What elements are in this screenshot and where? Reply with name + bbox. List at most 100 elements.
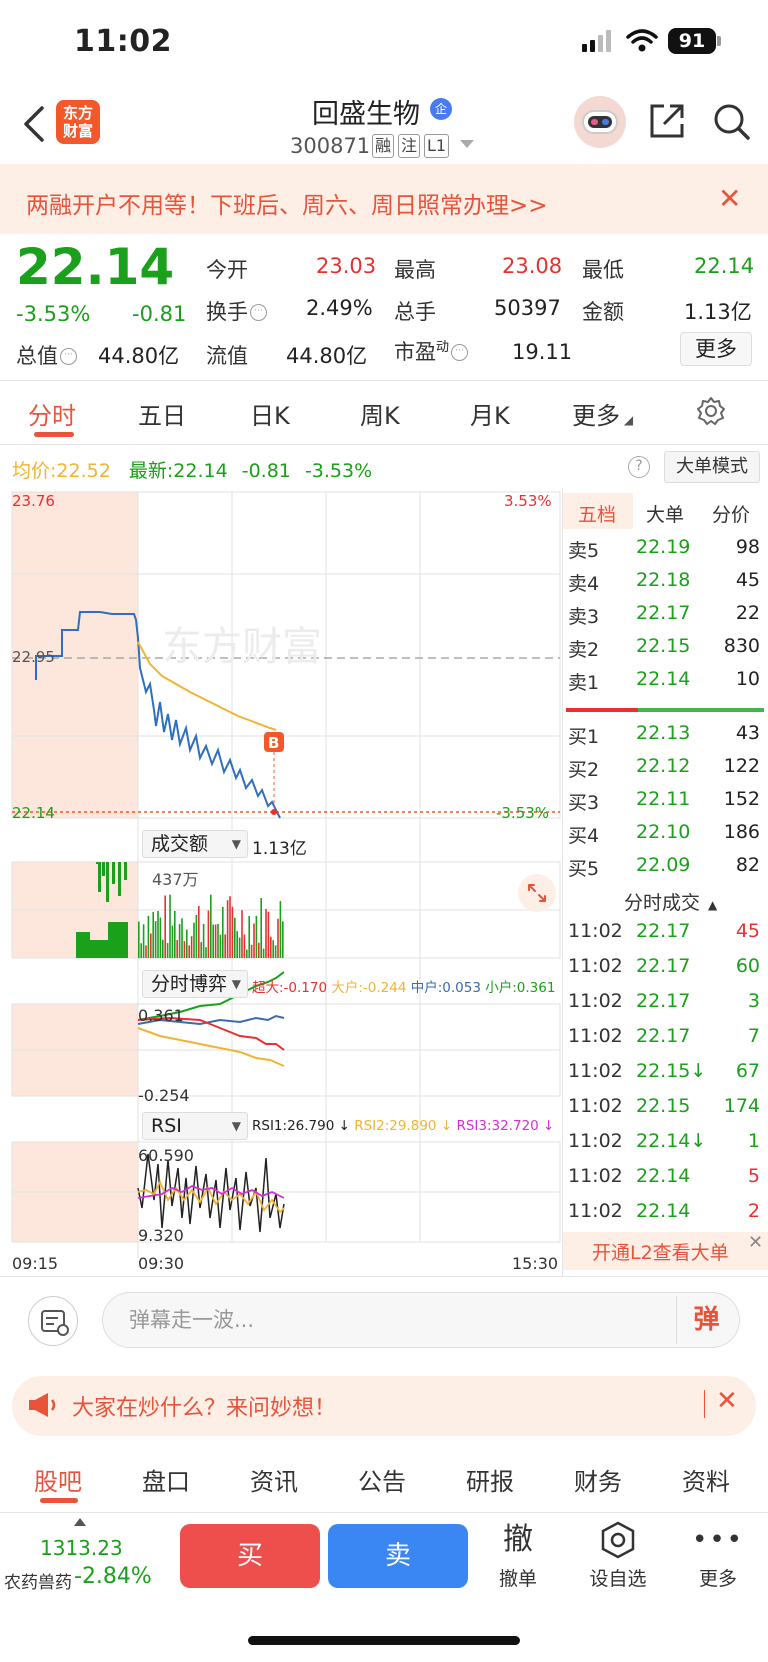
gear-icon[interactable] bbox=[696, 396, 726, 426]
expand-icon[interactable] bbox=[518, 874, 556, 912]
y-axis-top-label: 23.76 bbox=[12, 492, 55, 510]
tab-monthly-k[interactable]: 月K bbox=[470, 396, 510, 431]
volume-total: 1.13亿 bbox=[252, 839, 307, 859]
divider bbox=[704, 1390, 705, 1418]
tick-time: 11:02 bbox=[568, 1130, 623, 1152]
time-open-label: 09:30 bbox=[138, 1254, 185, 1273]
l2-upgrade-text[interactable]: 开通L2查看大单 bbox=[592, 1238, 729, 1265]
intraday-chart[interactable]: 东方财富 B bbox=[0, 488, 562, 1278]
level-volume: 82 bbox=[735, 854, 760, 876]
pe-label: 市盈动 ··· bbox=[394, 336, 469, 366]
volume-bar bbox=[210, 894, 212, 958]
tab-finance[interactable]: 财务 bbox=[574, 1462, 622, 1497]
volume-bar bbox=[154, 921, 157, 958]
tab-news[interactable]: 资讯 bbox=[250, 1462, 298, 1497]
home-indicator bbox=[248, 1636, 520, 1645]
more-quote-button[interactable]: 更多 bbox=[680, 332, 752, 366]
enterprise-badge: 企 bbox=[430, 98, 452, 120]
tab-five-day[interactable]: 五日 bbox=[138, 396, 186, 431]
tab-intraday[interactable]: 分时 bbox=[28, 396, 76, 431]
volume-bar bbox=[169, 894, 171, 958]
back-icon[interactable] bbox=[22, 104, 46, 144]
comment-list-icon[interactable] bbox=[28, 1296, 78, 1346]
tab-big-order[interactable]: 大单 bbox=[646, 500, 684, 527]
robot-assistant-icon[interactable] bbox=[574, 96, 626, 148]
close-icon[interactable]: ✕ bbox=[716, 1386, 738, 1416]
level-price: 22.17 bbox=[636, 602, 691, 624]
sell-button[interactable]: 卖 bbox=[328, 1524, 468, 1588]
code-dropdown-icon[interactable] bbox=[460, 140, 474, 148]
tab-forum[interactable]: 股吧 bbox=[34, 1462, 82, 1497]
float-value: 44.80亿 bbox=[286, 344, 368, 368]
more-button[interactable]: ••• 更多 bbox=[678, 1520, 758, 1591]
high-value: 23.08 bbox=[502, 254, 563, 278]
close-icon[interactable]: ✕ bbox=[718, 182, 741, 215]
level-volume: 43 bbox=[735, 722, 760, 744]
volume-bar bbox=[138, 921, 140, 958]
time-start-label: 09:15 bbox=[12, 1254, 59, 1273]
tab-handicap[interactable]: 盘口 bbox=[142, 1462, 190, 1497]
chevron-down-icon: ▼ bbox=[231, 1119, 241, 1133]
volume-bar bbox=[202, 923, 205, 958]
volume-bar bbox=[171, 925, 174, 958]
cancel-order-button[interactable]: 撤 撤单 bbox=[478, 1520, 558, 1591]
level-label: 卖1 bbox=[568, 672, 600, 694]
buy-button[interactable]: 买 bbox=[180, 1524, 320, 1588]
level-label: 卖3 bbox=[568, 606, 600, 628]
danmu-input[interactable]: 弹幕走一波... bbox=[102, 1292, 740, 1348]
ticks-title[interactable]: 分时成交 ▲ bbox=[624, 888, 717, 915]
promo-banner-text[interactable]: 两融开户不用等！下班后、周六、周日照常办理>> bbox=[26, 186, 548, 220]
info-icon[interactable]: ··· bbox=[451, 344, 469, 361]
volume-bar bbox=[224, 934, 226, 958]
volume-bar bbox=[152, 911, 154, 958]
pct-bottom-label: -3.53% bbox=[496, 804, 550, 822]
y-axis-bottom-label: 22.14 bbox=[12, 804, 55, 822]
sector-index-value[interactable]: 1313.23 bbox=[40, 1536, 123, 1560]
danmu-button[interactable]: 弹 bbox=[676, 1296, 736, 1344]
volume-bar bbox=[229, 896, 231, 958]
sector-change-pct[interactable]: -2.84% bbox=[74, 1564, 152, 1589]
bid-ratio-bar bbox=[638, 708, 764, 712]
level-volume: 830 bbox=[723, 635, 760, 657]
order-book-row: 买5 22.09 82 bbox=[568, 854, 764, 886]
flow-indicator-dropdown[interactable]: 分时博弈 ▼ bbox=[142, 970, 248, 998]
tab-daily-k[interactable]: 日K bbox=[250, 396, 290, 431]
volume-bar bbox=[190, 936, 193, 958]
tab-weekly-k[interactable]: 周K bbox=[360, 396, 400, 431]
rsi-indicator-dropdown[interactable]: RSI ▼ bbox=[142, 1112, 248, 1140]
tick-price: 22.14 bbox=[636, 1200, 691, 1222]
low-value: 22.14 bbox=[694, 254, 755, 278]
big-order-mode-button[interactable]: 大单模式 bbox=[664, 451, 760, 483]
flow-top-label: 0.361 bbox=[138, 1006, 184, 1025]
tick-volume: 2 bbox=[747, 1200, 760, 1222]
share-icon[interactable] bbox=[648, 102, 686, 140]
tab-profile[interactable]: 资料 bbox=[682, 1462, 730, 1497]
tab-five-level[interactable]: 五档 bbox=[578, 500, 616, 527]
volume-bar bbox=[214, 924, 217, 958]
tab-announcement[interactable]: 公告 bbox=[358, 1462, 406, 1497]
volume-bar bbox=[272, 940, 274, 958]
watchlist-label: 设自选 bbox=[589, 1568, 647, 1590]
tick-row: 11:02 22.17 45 bbox=[568, 920, 764, 954]
order-book-row: 卖2 22.15 830 bbox=[568, 635, 764, 667]
add-watchlist-button[interactable]: 设自选 bbox=[578, 1520, 658, 1591]
tick-row: 11:02 22.17 7 bbox=[568, 1025, 764, 1059]
sector-name[interactable]: 农药兽药 bbox=[4, 1568, 72, 1593]
info-icon[interactable]: ··· bbox=[60, 348, 77, 365]
volume-bar bbox=[164, 895, 166, 958]
tick-price: 22.17 bbox=[636, 990, 691, 1012]
tab-more[interactable]: 更多 ◢ bbox=[572, 396, 633, 431]
tick-price: 22.17 bbox=[636, 1025, 691, 1047]
tab-active-indicator bbox=[34, 432, 74, 437]
search-icon[interactable] bbox=[712, 102, 752, 142]
volume-indicator-dropdown[interactable]: 成交额 ▼ bbox=[142, 830, 248, 858]
tab-research[interactable]: 研报 bbox=[466, 1462, 514, 1497]
info-icon[interactable]: ··· bbox=[250, 304, 267, 321]
volume-bar bbox=[106, 862, 109, 902]
ai-ask-text[interactable]: 大家在炒什么？来问妙想！ bbox=[72, 1390, 336, 1422]
close-icon[interactable]: ✕ bbox=[748, 1232, 763, 1253]
volume-bar bbox=[222, 906, 224, 958]
tab-price-dist[interactable]: 分价 bbox=[712, 500, 750, 527]
rsi-bottom-label: 9.320 bbox=[138, 1226, 184, 1245]
help-icon[interactable]: ? bbox=[628, 456, 650, 478]
